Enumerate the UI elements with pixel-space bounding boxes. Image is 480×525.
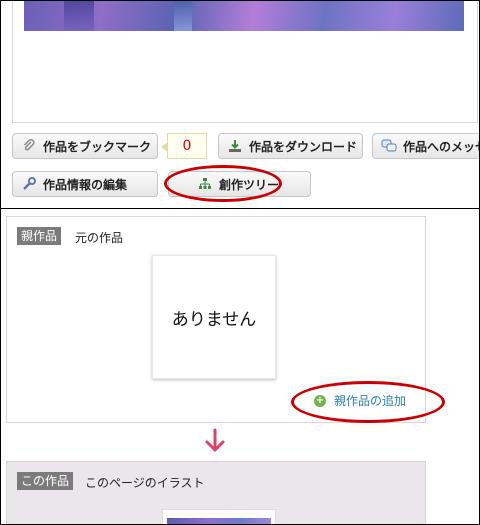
creation-tree-button[interactable]: 創作ツリー [168,171,311,197]
this-tag: この作品 [17,472,74,490]
download-label: 作品をダウンロード [249,139,358,154]
tree-icon [197,176,213,192]
download-icon [227,138,243,154]
this-title: このページのイラスト [85,476,205,490]
wrench-icon [21,176,37,192]
send-message-button[interactable]: 作品へのメッセ [372,133,480,159]
artwork-panel: 作品をブックマーク 0 作品をダウンロード 作品へのメッセ 作品情報の編集 創作… [1,1,479,208]
thumbnail-image [167,518,271,524]
parent-tag: 親作品 [17,227,62,245]
artwork-card [12,1,478,123]
send-message-label: 作品へのメッセ [403,139,480,154]
add-parent-link[interactable]: + 親作品の追加 [314,392,406,409]
this-artwork-thumbnail[interactable] [162,509,276,524]
empty-parent-card: ありません [152,255,276,379]
bookmark-count: 0 [161,133,207,159]
edit-info-label: 作品情報の編集 [43,177,128,192]
add-parent-label: 親作品の追加 [334,394,407,408]
creation-tree-label: 創作ツリー [219,177,280,192]
parent-title: 元の作品 [75,231,124,245]
down-arrow-icon [205,428,225,452]
artwork-image[interactable] [24,1,464,31]
bookmark-button[interactable]: 作品をブックマーク [12,133,158,159]
speech-bubbles-icon [381,138,397,154]
paperclip-icon [21,138,37,154]
screenshot-frame: 作品をブックマーク 0 作品をダウンロード 作品へのメッセ 作品情報の編集 創作… [0,0,480,525]
section-divider [1,208,479,209]
bookmark-label: 作品をブックマーク [43,139,152,154]
download-button[interactable]: 作品をダウンロード [218,133,363,159]
plus-icon: + [314,394,326,407]
edit-info-button[interactable]: 作品情報の編集 [12,171,158,197]
